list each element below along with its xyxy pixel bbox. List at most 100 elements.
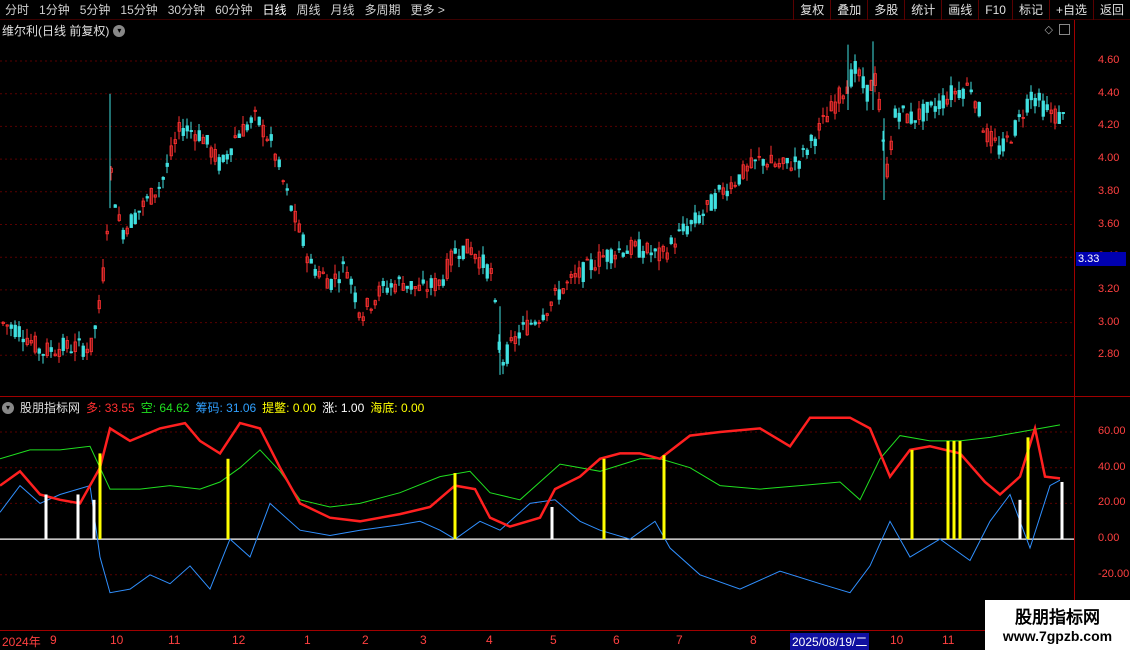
tab-more[interactable]: 更多 >: [406, 0, 450, 20]
candle-body: [301, 234, 305, 246]
tab-fenshi[interactable]: 分时: [0, 0, 34, 20]
date-label: 9: [50, 633, 57, 647]
haidi-label: 海底:: [370, 401, 398, 415]
duo-line: [0, 416, 1061, 528]
price-tick-label: 4.00: [1098, 152, 1120, 165]
window-toggle-icon[interactable]: [1059, 24, 1070, 35]
candle-body: [1029, 91, 1033, 101]
tab-monthly[interactable]: 月线: [326, 0, 360, 20]
diamond-icon[interactable]: ◇: [1045, 23, 1053, 36]
white-signal-bar: [92, 499, 96, 540]
candle-body: [329, 278, 333, 290]
main-price-chart[interactable]: 维尔利(日线 前复权) ▾ ◇: [0, 20, 1130, 397]
candle-body: [649, 252, 653, 256]
candle-body: [61, 337, 65, 351]
overlay-button[interactable]: 叠加: [830, 0, 867, 20]
chevron-right-icon: >: [437, 3, 445, 17]
current-price-tag: 3.33: [1076, 252, 1126, 266]
date-label: 10: [110, 633, 124, 647]
candle-body: [1025, 98, 1029, 113]
candle-body: [21, 338, 25, 343]
candle-body: [505, 344, 509, 364]
price-tick-label: 3.00: [1098, 315, 1120, 328]
price-tick-label: 3.20: [1098, 282, 1120, 295]
tab-5min[interactable]: 5分钟: [75, 0, 116, 20]
candle-body: [181, 127, 185, 136]
candle-body: [849, 69, 853, 87]
candle-body: [229, 148, 233, 156]
indicator-tick-label: 40.00: [1098, 460, 1126, 473]
candle-body: [121, 229, 125, 240]
indicator-tick-label: -20.00: [1098, 567, 1130, 580]
candle-body: [701, 213, 705, 217]
candle-body: [441, 279, 445, 286]
yellow-signal-bar: [453, 473, 457, 540]
duo-value: 33.55: [104, 401, 135, 415]
dropdown-icon[interactable]: ▾: [113, 24, 126, 37]
indicator-dropdown-icon[interactable]: ▾: [2, 401, 14, 414]
candle-body: [717, 185, 721, 190]
candle-body: [617, 248, 621, 251]
tab-15min[interactable]: 15分钟: [115, 0, 162, 20]
tab-multi-period[interactable]: 多周期: [360, 0, 406, 20]
candle-body: [897, 112, 901, 122]
candle-body: [533, 321, 537, 325]
candle-body: [957, 90, 961, 99]
f10-button[interactable]: F10: [978, 0, 1012, 20]
candle-body: [933, 106, 937, 112]
candle-body: [461, 245, 465, 260]
candle-body: [541, 314, 545, 321]
candle-body: [793, 156, 797, 163]
candle-body: [385, 287, 389, 293]
candle-body: [909, 111, 913, 124]
chouma-value: 31.06: [226, 401, 257, 415]
multi-stock-button[interactable]: 多股: [867, 0, 904, 20]
candle-body: [681, 223, 685, 232]
tab-daily[interactable]: 日线: [257, 0, 291, 20]
tab-1min[interactable]: 1分钟: [34, 0, 75, 20]
watermark-url: www.7gpzb.com: [1002, 628, 1113, 644]
candle-body: [409, 281, 413, 290]
yellow-signal-bar: [602, 458, 606, 540]
fuquan-button[interactable]: 复权: [793, 0, 830, 20]
white-signal-bar: [550, 506, 554, 540]
candle-body: [429, 278, 433, 288]
candle-body: [813, 138, 817, 147]
tab-weekly[interactable]: 周线: [291, 0, 325, 20]
candle-body: [421, 279, 425, 284]
date-label: 10: [890, 633, 904, 647]
add-watchlist-button[interactable]: +自选: [1048, 0, 1093, 20]
mark-button[interactable]: 标记: [1011, 0, 1049, 20]
tab-30min[interactable]: 30分钟: [163, 0, 210, 20]
stats-button[interactable]: 统计: [904, 0, 941, 20]
back-button[interactable]: 返回: [1092, 0, 1130, 20]
candle-body: [805, 149, 809, 155]
zhang-label: 涨:: [322, 401, 338, 415]
date-label: 12: [232, 633, 246, 647]
candle-body: [605, 249, 609, 262]
candle-body: [1057, 111, 1061, 124]
candle-body: [693, 212, 697, 224]
draw-line-button[interactable]: 画线: [941, 0, 978, 20]
candle-body: [737, 174, 741, 185]
indicator-haidi: 海底: 0.00: [370, 399, 424, 416]
price-tick-label: 4.60: [1098, 54, 1120, 66]
candle-body: [13, 324, 17, 338]
indicator-pane[interactable]: ▾ 股朋指标网 多: 33.55 空: 64.62 筹码: 31.06 提鳖: …: [0, 397, 1074, 630]
yellow-signal-bar: [662, 455, 666, 540]
tab-60min[interactable]: 60分钟: [210, 0, 257, 20]
date-label: 7: [676, 633, 683, 647]
candle-body: [37, 348, 41, 354]
tibie-label: 提鳖:: [262, 401, 290, 415]
candle-body: [313, 268, 317, 276]
candle-body: [609, 249, 613, 264]
candle-body: [713, 193, 717, 209]
candle-body: [653, 248, 657, 252]
candle-body: [1001, 138, 1005, 152]
crosshair-date-label: 2025/08/19/二: [790, 633, 870, 650]
candle-body: [969, 89, 973, 93]
candle-body: [161, 176, 165, 180]
candlestick-series: [1, 41, 1065, 375]
date-label: 3: [420, 633, 427, 647]
white-signal-bar: [44, 494, 48, 540]
